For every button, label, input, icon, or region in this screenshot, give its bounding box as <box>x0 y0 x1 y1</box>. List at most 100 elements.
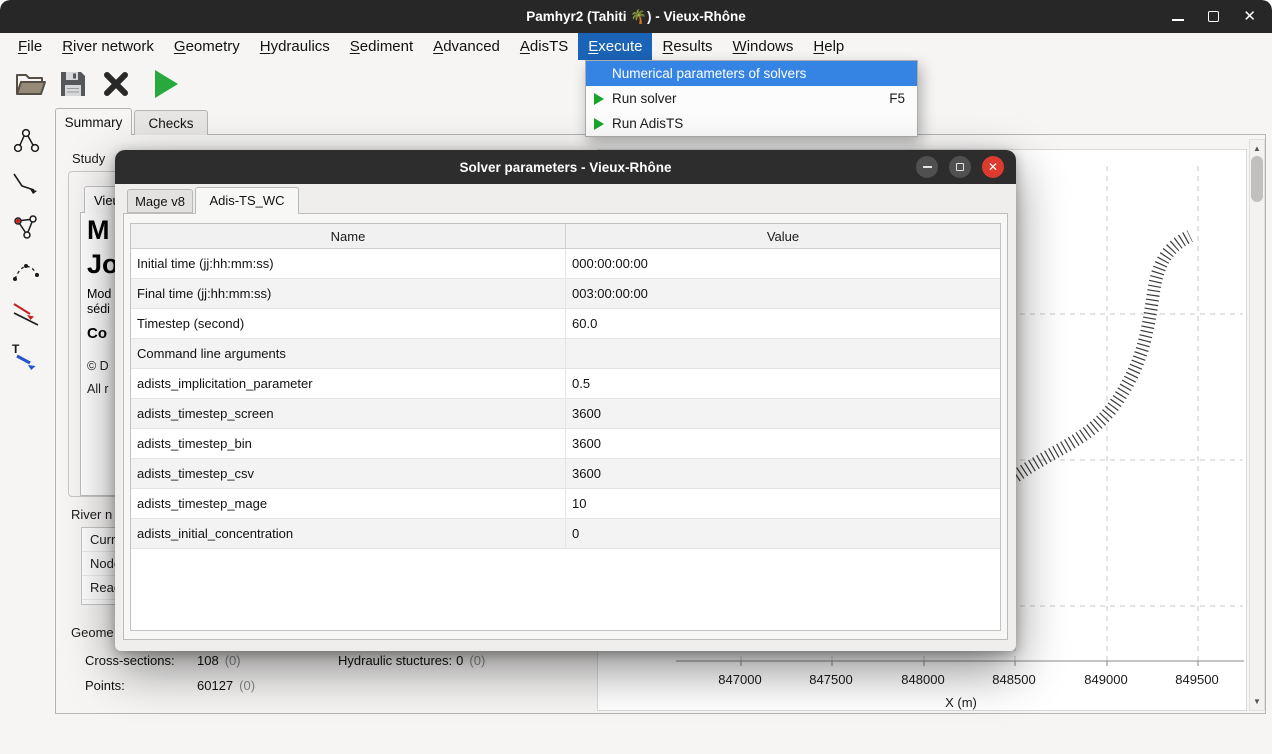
dialog-minimize-icon[interactable] <box>916 156 938 178</box>
geometry-group-label: Geome <box>69 625 116 640</box>
parameter-value-cell[interactable]: 0 <box>566 519 1000 548</box>
menubar-item-sediment[interactable]: Sediment <box>340 33 423 60</box>
maximize-icon[interactable] <box>1208 11 1219 22</box>
parameter-name-cell: adists_timestep_mage <box>131 489 566 518</box>
menu-item-run-adists[interactable]: Run AdisTS <box>586 111 917 136</box>
x-axis-tick-label: 847500 <box>796 672 866 687</box>
parameter-row[interactable]: adists_timestep_mage10 <box>131 489 1000 519</box>
tab-mage-v8[interactable]: Mage v8 <box>127 189 193 213</box>
scroll-down-icon[interactable]: ▼ <box>1250 697 1264 706</box>
parameter-row[interactable]: adists_timestep_csv3600 <box>131 459 1000 489</box>
menubar-item-advanced[interactable]: Advanced <box>423 33 510 60</box>
menubar-item-adists[interactable]: AdisTS <box>510 33 578 60</box>
titlebar[interactable]: Pamhyr2 (Tahiti 🌴) - Vieux-Rhône ✕ <box>0 0 1272 33</box>
scrollbar-thumb[interactable] <box>1251 156 1263 202</box>
study-group-label: Study <box>70 151 107 166</box>
scroll-up-icon[interactable]: ▲ <box>1250 144 1264 153</box>
open-button[interactable] <box>13 66 47 102</box>
stat-hydraulic-structures: Hydraulic stuctures: 0 (0) <box>338 653 485 668</box>
dialog-window-controls: ✕ <box>916 156 1004 178</box>
tab-adis-ts-wc-label: Adis-TS_WC <box>209 193 284 208</box>
close-icon[interactable]: ✕ <box>1243 9 1256 24</box>
menubar-item-execute[interactable]: Execute <box>578 33 652 60</box>
tab-checks[interactable]: Checks <box>134 110 208 135</box>
parameter-row[interactable]: adists_implicitation_parameter0.5 <box>131 369 1000 399</box>
parameter-value-cell[interactable]: 3600 <box>566 429 1000 458</box>
parameter-row[interactable]: Timestep (second)60.0 <box>131 309 1000 339</box>
slope-icon[interactable] <box>6 293 46 333</box>
river-reach-path <box>1016 236 1190 476</box>
x-axis-tick-label: 849000 <box>1071 672 1141 687</box>
run-play-icon <box>150 67 182 101</box>
stat-points: Points: 60127 (0) <box>85 678 255 693</box>
menubar-item-windows[interactable]: Windows <box>723 33 804 60</box>
points-icon[interactable] <box>6 250 46 290</box>
reach-profile-icon[interactable] <box>6 164 46 204</box>
study-copyright-line: © D <box>87 359 109 373</box>
parameter-row[interactable]: adists_timestep_bin3600 <box>131 429 1000 459</box>
dialog-title: Solver parameters - Vieux-Rhône <box>459 160 671 175</box>
run-button[interactable] <box>149 66 183 102</box>
parameter-value-cell[interactable]: 000:00:00:00 <box>566 249 1000 278</box>
stat-label: Hydraulic stuctures: <box>338 653 452 668</box>
menubar: FileRiver networkGeometryHydraulicsSedim… <box>0 33 1272 60</box>
study-text-line: Jo <box>87 249 119 280</box>
parameter-value-cell[interactable]: 10 <box>566 489 1000 518</box>
parameter-row[interactable]: Command line arguments <box>131 339 1000 369</box>
parameter-name-cell: Initial time (jj:hh:mm:ss) <box>131 249 566 278</box>
menu-item-run-solver[interactable]: Run solverF5 <box>586 86 917 111</box>
transport-icon[interactable]: T <box>6 336 46 376</box>
menubar-item-help[interactable]: Help <box>803 33 854 60</box>
menubar-item-geometry[interactable]: Geometry <box>164 33 250 60</box>
menu-item-numerical-parameters-of-solvers[interactable]: Numerical parameters of solvers <box>586 61 917 86</box>
column-header-name[interactable]: Name <box>131 224 566 248</box>
menu-item-shortcut: F5 <box>889 91 905 106</box>
play-icon <box>586 93 612 105</box>
menu-item-label: Run solver <box>612 91 889 106</box>
study-rights-line: All r <box>87 382 109 396</box>
open-folder-icon <box>14 68 46 100</box>
tab-mage-v8-label: Mage v8 <box>135 194 185 209</box>
menubar-item-results[interactable]: Results <box>652 33 722 60</box>
menubar-item-hydraulics[interactable]: Hydraulics <box>250 33 340 60</box>
save-button[interactable] <box>56 66 90 102</box>
dialog-close-icon[interactable]: ✕ <box>982 156 1004 178</box>
study-text-line: sédi <box>87 302 110 316</box>
menu-item-label: Numerical parameters of solvers <box>612 66 905 81</box>
x-axis-label: X (m) <box>926 695 996 710</box>
close-project-button[interactable] <box>99 66 133 102</box>
parameter-name-cell: adists_timestep_screen <box>131 399 566 428</box>
parameter-value-cell[interactable]: 0.5 <box>566 369 1000 398</box>
tab-summary[interactable]: Summary <box>55 108 132 135</box>
parameter-name-cell: Command line arguments <box>131 339 566 368</box>
stat-value: 60127 <box>197 678 233 693</box>
x-axis-tick-label: 849500 <box>1162 672 1232 687</box>
parameter-row[interactable]: adists_initial_concentration0 <box>131 519 1000 549</box>
x-axis-tick-label: 848000 <box>888 672 958 687</box>
column-header-value[interactable]: Value <box>566 224 1000 248</box>
river-network-icon[interactable] <box>6 121 46 161</box>
dialog-titlebar[interactable]: Solver parameters - Vieux-Rhône ✕ <box>115 150 1016 184</box>
table-header-row: Name Value <box>131 224 1000 249</box>
parameter-row[interactable]: adists_timestep_screen3600 <box>131 399 1000 429</box>
tab-summary-label: Summary <box>65 115 123 130</box>
svg-text:T: T <box>12 342 20 356</box>
stat-value: 108 <box>197 653 219 668</box>
parameter-name-cell: adists_timestep_csv <box>131 459 566 488</box>
dialog-maximize-icon[interactable] <box>949 156 971 178</box>
window-title: Pamhyr2 (Tahiti 🌴) - Vieux-Rhône <box>526 9 746 25</box>
menubar-item-file[interactable]: File <box>8 33 52 60</box>
parameter-value-cell[interactable] <box>566 339 1000 368</box>
tab-adis-ts-wc[interactable]: Adis-TS_WC <box>195 187 299 214</box>
cross-sections-icon[interactable] <box>6 207 46 247</box>
parameter-row[interactable]: Initial time (jj:hh:mm:ss)000:00:00:00 <box>131 249 1000 279</box>
parameter-row[interactable]: Final time (jj:hh:mm:ss)003:00:00:00 <box>131 279 1000 309</box>
minimize-icon[interactable] <box>1172 12 1184 21</box>
parameter-value-cell[interactable]: 003:00:00:00 <box>566 279 1000 308</box>
parameter-value-cell[interactable]: 3600 <box>566 399 1000 428</box>
vertical-scrollbar[interactable]: ▲ ▼ <box>1249 139 1265 711</box>
menubar-item-river-network[interactable]: River network <box>52 33 164 60</box>
parameter-value-cell[interactable]: 3600 <box>566 459 1000 488</box>
close-x-icon <box>101 69 131 99</box>
parameter-value-cell[interactable]: 60.0 <box>566 309 1000 338</box>
